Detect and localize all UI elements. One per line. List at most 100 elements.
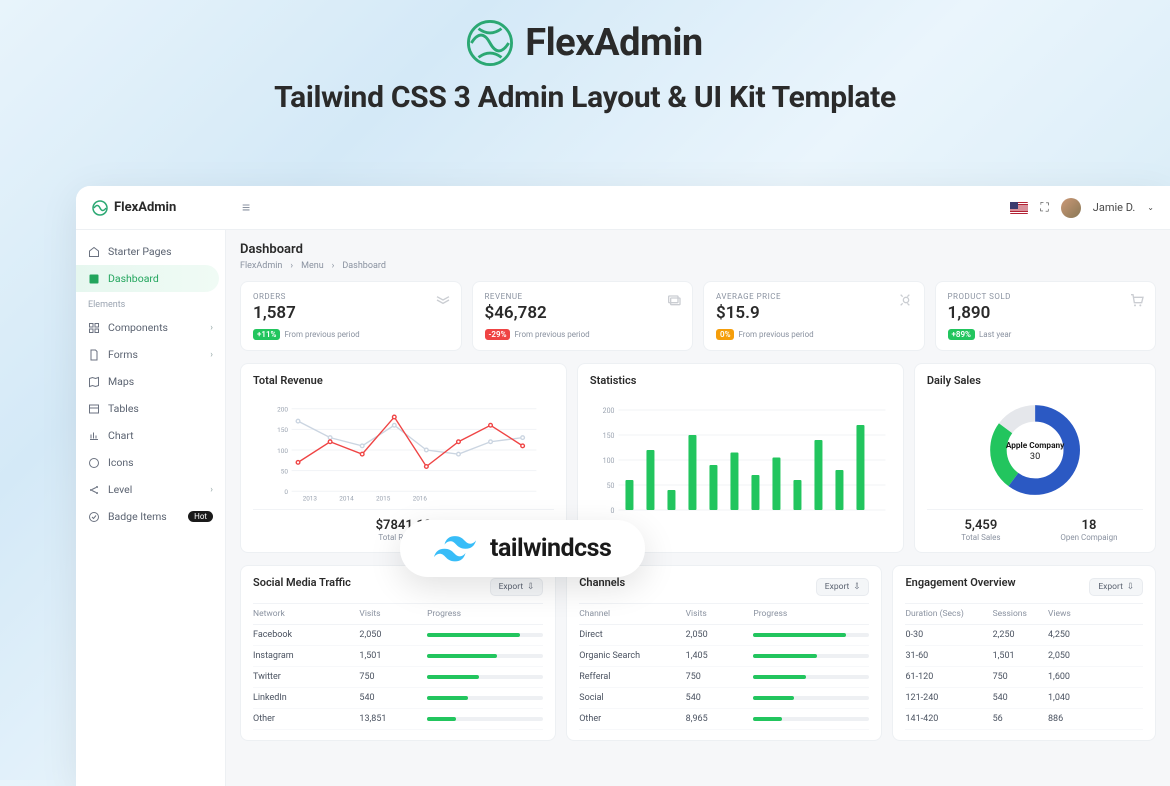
change-pill: 0% bbox=[716, 329, 734, 340]
change-pill: +11% bbox=[253, 329, 280, 340]
app-window: FlexAdmin ≡ ⛶ Jamie D. ⌄ Starter Pages D… bbox=[76, 186, 1170, 786]
table-row: Other8,965 bbox=[579, 709, 869, 730]
flag-icon[interactable] bbox=[1010, 202, 1028, 214]
svg-text:150: 150 bbox=[603, 432, 615, 440]
page-title: Dashboard bbox=[240, 242, 1156, 257]
stat-card: PRODUCT SOLD 1,890 +89%Last year bbox=[935, 281, 1157, 351]
svg-text:50: 50 bbox=[606, 482, 614, 490]
chevron-right-icon: › bbox=[332, 261, 335, 271]
chevron-right-icon: › bbox=[290, 261, 293, 271]
sidebar-item-level[interactable]: Level› bbox=[76, 476, 225, 503]
share-icon bbox=[88, 484, 100, 496]
breadcrumb: FlexAdmin› Menu› Dashboard bbox=[240, 261, 1156, 271]
svg-text:0: 0 bbox=[610, 507, 614, 515]
table-row: Twitter750 bbox=[253, 667, 543, 688]
progress-bar bbox=[427, 633, 543, 637]
svg-text:100: 100 bbox=[603, 457, 615, 465]
svg-text:2015: 2015 bbox=[376, 494, 391, 502]
svg-text:2016: 2016 bbox=[413, 494, 428, 502]
sidebar-item-maps[interactable]: Maps bbox=[76, 368, 225, 395]
smile-icon bbox=[88, 457, 100, 469]
progress-bar bbox=[753, 675, 869, 679]
chevron-right-icon: › bbox=[210, 485, 213, 495]
main-content: Dashboard FlexAdmin› Menu› Dashboard ORD… bbox=[226, 230, 1170, 786]
home-icon bbox=[88, 246, 100, 258]
export-button[interactable]: Export⇩ bbox=[1089, 578, 1143, 596]
table-row: Refferal750 bbox=[579, 667, 869, 688]
svg-text:0: 0 bbox=[284, 488, 288, 496]
svg-text:2013: 2013 bbox=[303, 494, 318, 502]
line-chart: 0501001502002013201420152016 bbox=[253, 395, 554, 505]
hamburger-icon[interactable]: ≡ bbox=[242, 199, 250, 216]
panel-channels: ChannelsExport⇩ ChannelVisitsProgress Di… bbox=[566, 565, 882, 741]
chevron-right-icon: › bbox=[210, 350, 213, 360]
export-button[interactable]: Export⇩ bbox=[816, 578, 870, 596]
sidebar-item-dashboard[interactable]: Dashboard bbox=[76, 265, 219, 292]
panel-daily-sales: Daily Sales Apple Company30 5,459Total S… bbox=[914, 363, 1156, 553]
table-row: Facebook2,050 bbox=[253, 625, 543, 646]
hot-badge: Hot bbox=[188, 511, 213, 522]
dashboard-icon bbox=[88, 273, 100, 285]
sidebar-item-badge[interactable]: Badge ItemsHot bbox=[76, 503, 225, 530]
download-icon: ⇩ bbox=[527, 582, 534, 592]
sidebar-item-chart[interactable]: Chart bbox=[76, 422, 225, 449]
user-name[interactable]: Jamie D. bbox=[1093, 201, 1136, 214]
hero-banner: FlexAdmin Tailwind CSS 3 Admin Layout & … bbox=[0, 0, 1170, 123]
svg-text:200: 200 bbox=[277, 406, 288, 414]
progress-bar bbox=[753, 654, 869, 658]
stat-card: ORDERS 1,587 +11%From previous period bbox=[240, 281, 462, 351]
progress-bar bbox=[427, 675, 543, 679]
stat-icon bbox=[435, 292, 451, 308]
sidebar-section-elements: Elements bbox=[76, 292, 225, 314]
panel-title: Total Revenue bbox=[253, 374, 554, 387]
file-icon bbox=[88, 349, 100, 361]
crumb-item[interactable]: FlexAdmin bbox=[240, 261, 282, 271]
check-circle-icon bbox=[88, 511, 100, 523]
chevron-down-icon[interactable]: ⌄ bbox=[1147, 203, 1154, 212]
bar-chart: 0 50 100 150 200 bbox=[590, 395, 891, 525]
table-row: Instagram1,501 bbox=[253, 646, 543, 667]
table-row: 141-42056886 bbox=[905, 709, 1143, 730]
table-row: Organic Search1,405 bbox=[579, 646, 869, 667]
progress-bar bbox=[427, 717, 543, 721]
topbar: FlexAdmin ≡ ⛶ Jamie D. ⌄ bbox=[76, 186, 1170, 230]
svg-text:30: 30 bbox=[1030, 452, 1040, 462]
progress-bar bbox=[753, 717, 869, 721]
download-icon: ⇩ bbox=[853, 582, 860, 592]
tailwindcss-text: tailwindcss bbox=[490, 534, 611, 563]
progress-bar bbox=[427, 696, 543, 700]
stat-icon bbox=[1129, 292, 1145, 308]
chart-icon bbox=[88, 430, 100, 442]
fullscreen-icon[interactable]: ⛶ bbox=[1040, 200, 1048, 215]
svg-text:50: 50 bbox=[281, 467, 289, 475]
svg-text:200: 200 bbox=[603, 407, 615, 415]
sidebar-item-forms[interactable]: Forms› bbox=[76, 341, 225, 368]
tailwind-logo-icon bbox=[434, 536, 476, 562]
avatar[interactable] bbox=[1061, 198, 1081, 218]
export-button[interactable]: Export⇩ bbox=[490, 578, 544, 596]
svg-text:2014: 2014 bbox=[339, 494, 354, 502]
sidebar-item-components[interactable]: Components› bbox=[76, 314, 225, 341]
crumb-item[interactable]: Menu bbox=[301, 261, 324, 271]
change-pill: +89% bbox=[948, 329, 975, 340]
table-row: LinkedIn540 bbox=[253, 688, 543, 709]
table-row: 61-1207501,600 bbox=[905, 667, 1143, 688]
table-row: Social540 bbox=[579, 688, 869, 709]
map-icon bbox=[88, 376, 100, 388]
chevron-right-icon: › bbox=[210, 323, 213, 333]
progress-bar bbox=[753, 696, 869, 700]
stat-icon bbox=[666, 292, 682, 308]
progress-bar bbox=[427, 654, 543, 658]
sidebar-item-starter[interactable]: Starter Pages bbox=[76, 238, 225, 265]
table-row: 121-2405401,040 bbox=[905, 688, 1143, 709]
topbar-brand[interactable]: FlexAdmin bbox=[92, 200, 242, 216]
svg-text:Apple Company: Apple Company bbox=[1006, 441, 1065, 451]
table-row: Other13,851 bbox=[253, 709, 543, 730]
sidebar-item-tables[interactable]: Tables bbox=[76, 395, 225, 422]
sidebar-item-icons[interactable]: Icons bbox=[76, 449, 225, 476]
flexadmin-logo-icon bbox=[92, 200, 108, 216]
svg-text:150: 150 bbox=[277, 426, 288, 434]
panel-social-traffic: Social Media TrafficExport⇩ NetworkVisit… bbox=[240, 565, 556, 741]
stat-card: AVERAGE PRICE $15.9 0%From previous peri… bbox=[703, 281, 925, 351]
table-row: Direct2,050 bbox=[579, 625, 869, 646]
